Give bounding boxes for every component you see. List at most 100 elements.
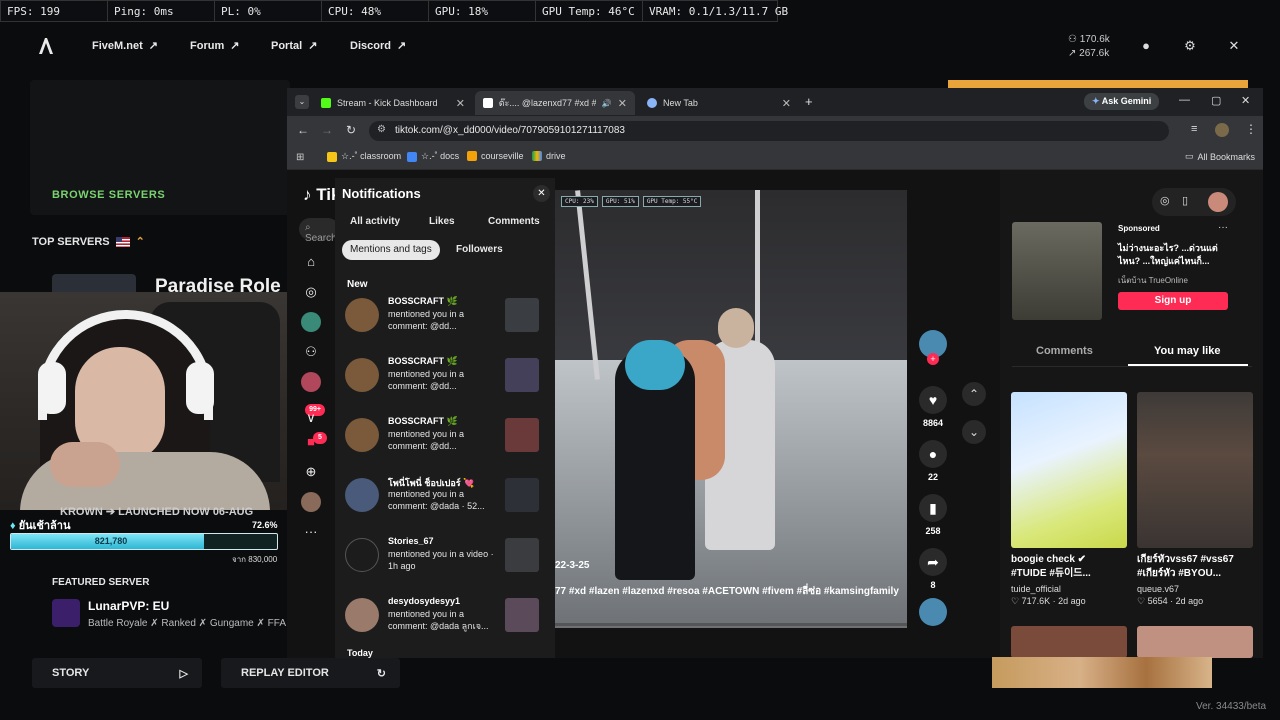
bookmark-courseville[interactable]: courseville (467, 151, 524, 161)
apps-grid-icon[interactable]: ⊞ (296, 152, 304, 163)
bookmark-docs[interactable]: ☆.-˚ docs (407, 151, 459, 162)
tab-search-icon[interactable]: ⌄ (295, 95, 309, 109)
recommended-video-card[interactable]: เกียร์หัวvss67 #vss67 #เกียร์หัว #BYOU...… (1137, 392, 1253, 607)
list-item[interactable]: BOSSCRAFT 🌿 mentioned you in a comment: … (345, 296, 540, 348)
close-notifications-icon[interactable]: ✕ (533, 185, 550, 202)
reading-list-icon[interactable]: ≡ (1191, 123, 1197, 135)
upload-plus-icon[interactable]: ⊕ (301, 462, 321, 482)
tab-new-tab[interactable]: New Tab ✕ (639, 91, 799, 115)
list-item[interactable]: desydosydesyy1 mentioned you in a commen… (345, 596, 540, 648)
settings-gear-icon[interactable]: ⚙ (1182, 38, 1198, 54)
site-info-icon[interactable]: ⚙ (377, 124, 386, 135)
chip-followers[interactable]: Followers (448, 240, 511, 260)
video-thumbnail[interactable] (1137, 392, 1253, 548)
video-progress-bar[interactable] (555, 623, 907, 626)
maximize-icon[interactable]: ▢ (1211, 94, 1221, 107)
like-action[interactable]: ♥ 8864 (917, 386, 949, 428)
phone-icon[interactable]: ▯ (1182, 194, 1188, 207)
close-icon[interactable]: ✕ (1226, 38, 1242, 54)
nav-link-forum[interactable]: Forum ↗ (190, 39, 239, 53)
nav-link-discord[interactable]: Discord ↗ (350, 39, 406, 53)
all-bookmarks[interactable]: ▭ All Bookmarks (1185, 151, 1255, 162)
video-thumbnail[interactable] (1011, 626, 1127, 658)
list-item[interactable]: Stories_67 mentioned you in a video · 1h… (345, 536, 540, 588)
activity-icon[interactable]: ∨ (301, 408, 321, 428)
friends-icon[interactable]: ⚇ (301, 342, 321, 362)
bookmark-classroom[interactable]: ☆.-˚ classroom (327, 151, 401, 162)
url-input[interactable]: ⚙ tiktok.com/@x_dd000/video/707905910127… (369, 121, 1169, 141)
avatar[interactable] (345, 478, 379, 512)
recommended-video-card[interactable]: boogie check ✔ #TUIDE #듀이드... tuide_offic… (1011, 392, 1127, 607)
comment-action[interactable]: ● 22 (917, 440, 949, 482)
featured-server-logo[interactable] (52, 599, 80, 627)
story-button[interactable]: STORY ▷ (32, 658, 202, 688)
comment-bubble-icon[interactable]: ● (919, 440, 947, 468)
avatar[interactable] (345, 598, 379, 632)
nav-link-fivem[interactable]: FiveM.net ↗ (92, 39, 158, 53)
tab-kick-dashboard[interactable]: Stream - Kick Dashboard ✕ (313, 91, 473, 115)
video-thumbnail[interactable] (505, 298, 539, 332)
creator-avatar[interactable]: + (917, 330, 949, 365)
window-close-icon[interactable]: ✕ (1241, 94, 1250, 107)
notification-user[interactable]: BOSSCRAFT 🌿 (388, 296, 458, 307)
ask-gemini-button[interactable]: ✦ Ask Gemini (1084, 93, 1160, 110)
audio-playing-icon[interactable]: 🔊 (602, 99, 612, 108)
video-player[interactable]: CPU: 23% GPU: 51% GPU Temp: 55°C 22-3-25… (555, 190, 907, 628)
video-thumbnail[interactable] (505, 538, 539, 572)
avatar[interactable] (345, 298, 379, 332)
reload-icon[interactable]: ↻ (346, 123, 356, 137)
search-input[interactable]: ⌕ Search (299, 218, 339, 244)
video-thumbnail[interactable] (1137, 626, 1253, 658)
new-tab-plus-icon[interactable]: + (805, 94, 813, 109)
user-avatar[interactable] (1208, 192, 1228, 212)
profile-avatar[interactable] (1215, 123, 1229, 137)
save-action[interactable]: ▮ 258 (917, 494, 949, 536)
video-thumbnail[interactable] (1011, 392, 1127, 548)
video-thumbnail[interactable] (505, 418, 539, 452)
video-thumbnail[interactable] (505, 598, 539, 632)
tab-you-may-like[interactable]: You may like (1154, 345, 1220, 357)
list-item[interactable]: BOSSCRAFT 🌿 mentioned you in a comment: … (345, 416, 540, 468)
follow-plus-icon[interactable]: + (927, 353, 939, 365)
next-video-icon[interactable]: ⌄ (962, 420, 986, 444)
sponsored-ad[interactable]: Sponsored ··· ไม่ว่างนะอะไร? ...ด่วนแต่ไ… (1012, 222, 1230, 322)
share-arrow-icon[interactable]: ➦ (919, 548, 947, 576)
tab-comments[interactable]: Comments (1036, 345, 1093, 357)
music-disc[interactable] (917, 598, 949, 626)
notification-user[interactable]: BOSSCRAFT 🌿 (388, 356, 458, 367)
profile-avatar-icon[interactable] (301, 492, 321, 512)
featured-server-name[interactable]: LunarPVP: EU (88, 599, 169, 613)
home-icon[interactable]: ⌂ (301, 252, 321, 272)
more-icon[interactable]: ··· (301, 522, 321, 542)
list-item[interactable]: โพนี่โพนี่ ช็อปเปอร์ 💘 mentioned you in … (345, 478, 540, 528)
tab-tiktok[interactable]: ต๊ะ.... @lazenxd77 #xd #laz 🔊 ✕ (475, 91, 635, 115)
heart-icon[interactable]: ♥ (919, 386, 947, 414)
bookmark-icon[interactable]: ▮ (919, 494, 947, 522)
back-arrow-icon[interactable]: ← (297, 123, 309, 137)
alert-icon[interactable]: ● (1138, 38, 1154, 54)
nav-link-portal[interactable]: Portal ↗ (271, 39, 317, 53)
card-author[interactable]: queue.v67 (1137, 584, 1253, 594)
chevron-up-icon[interactable]: ⌃ (136, 235, 145, 248)
fivem-logo-icon[interactable] (36, 36, 56, 56)
avatar[interactable] (345, 538, 379, 572)
music-disc-icon[interactable] (919, 598, 947, 626)
avatar[interactable] (345, 358, 379, 392)
forward-arrow-icon[interactable]: → (321, 123, 333, 137)
video-hashtags[interactable]: 77 #xd #lazen #lazenxd #resoa #ACETOWN #… (555, 584, 899, 599)
compass-icon[interactable]: ◎ (1160, 194, 1170, 207)
chip-likes[interactable]: Likes (421, 212, 463, 232)
replay-editor-button[interactable]: REPLAY EDITOR ↻ (221, 658, 400, 688)
bookmark-drive[interactable]: drive (532, 151, 566, 161)
avatar[interactable] (345, 418, 379, 452)
chrome-menu-icon[interactable]: ⋮ (1245, 122, 1257, 136)
ad-more-icon[interactable]: ··· (1218, 222, 1228, 233)
following-avatar[interactable] (301, 312, 321, 332)
chip-comments[interactable]: Comments (480, 212, 548, 232)
chip-all-activity[interactable]: All activity (342, 212, 408, 232)
minimize-icon[interactable]: — (1179, 94, 1190, 106)
notification-user[interactable]: Stories_67 (388, 536, 434, 546)
chip-mentions-and-tags[interactable]: Mentions and tags (342, 240, 440, 260)
explore-compass-icon[interactable]: ◎ (301, 282, 321, 302)
ad-image[interactable] (1012, 222, 1102, 320)
